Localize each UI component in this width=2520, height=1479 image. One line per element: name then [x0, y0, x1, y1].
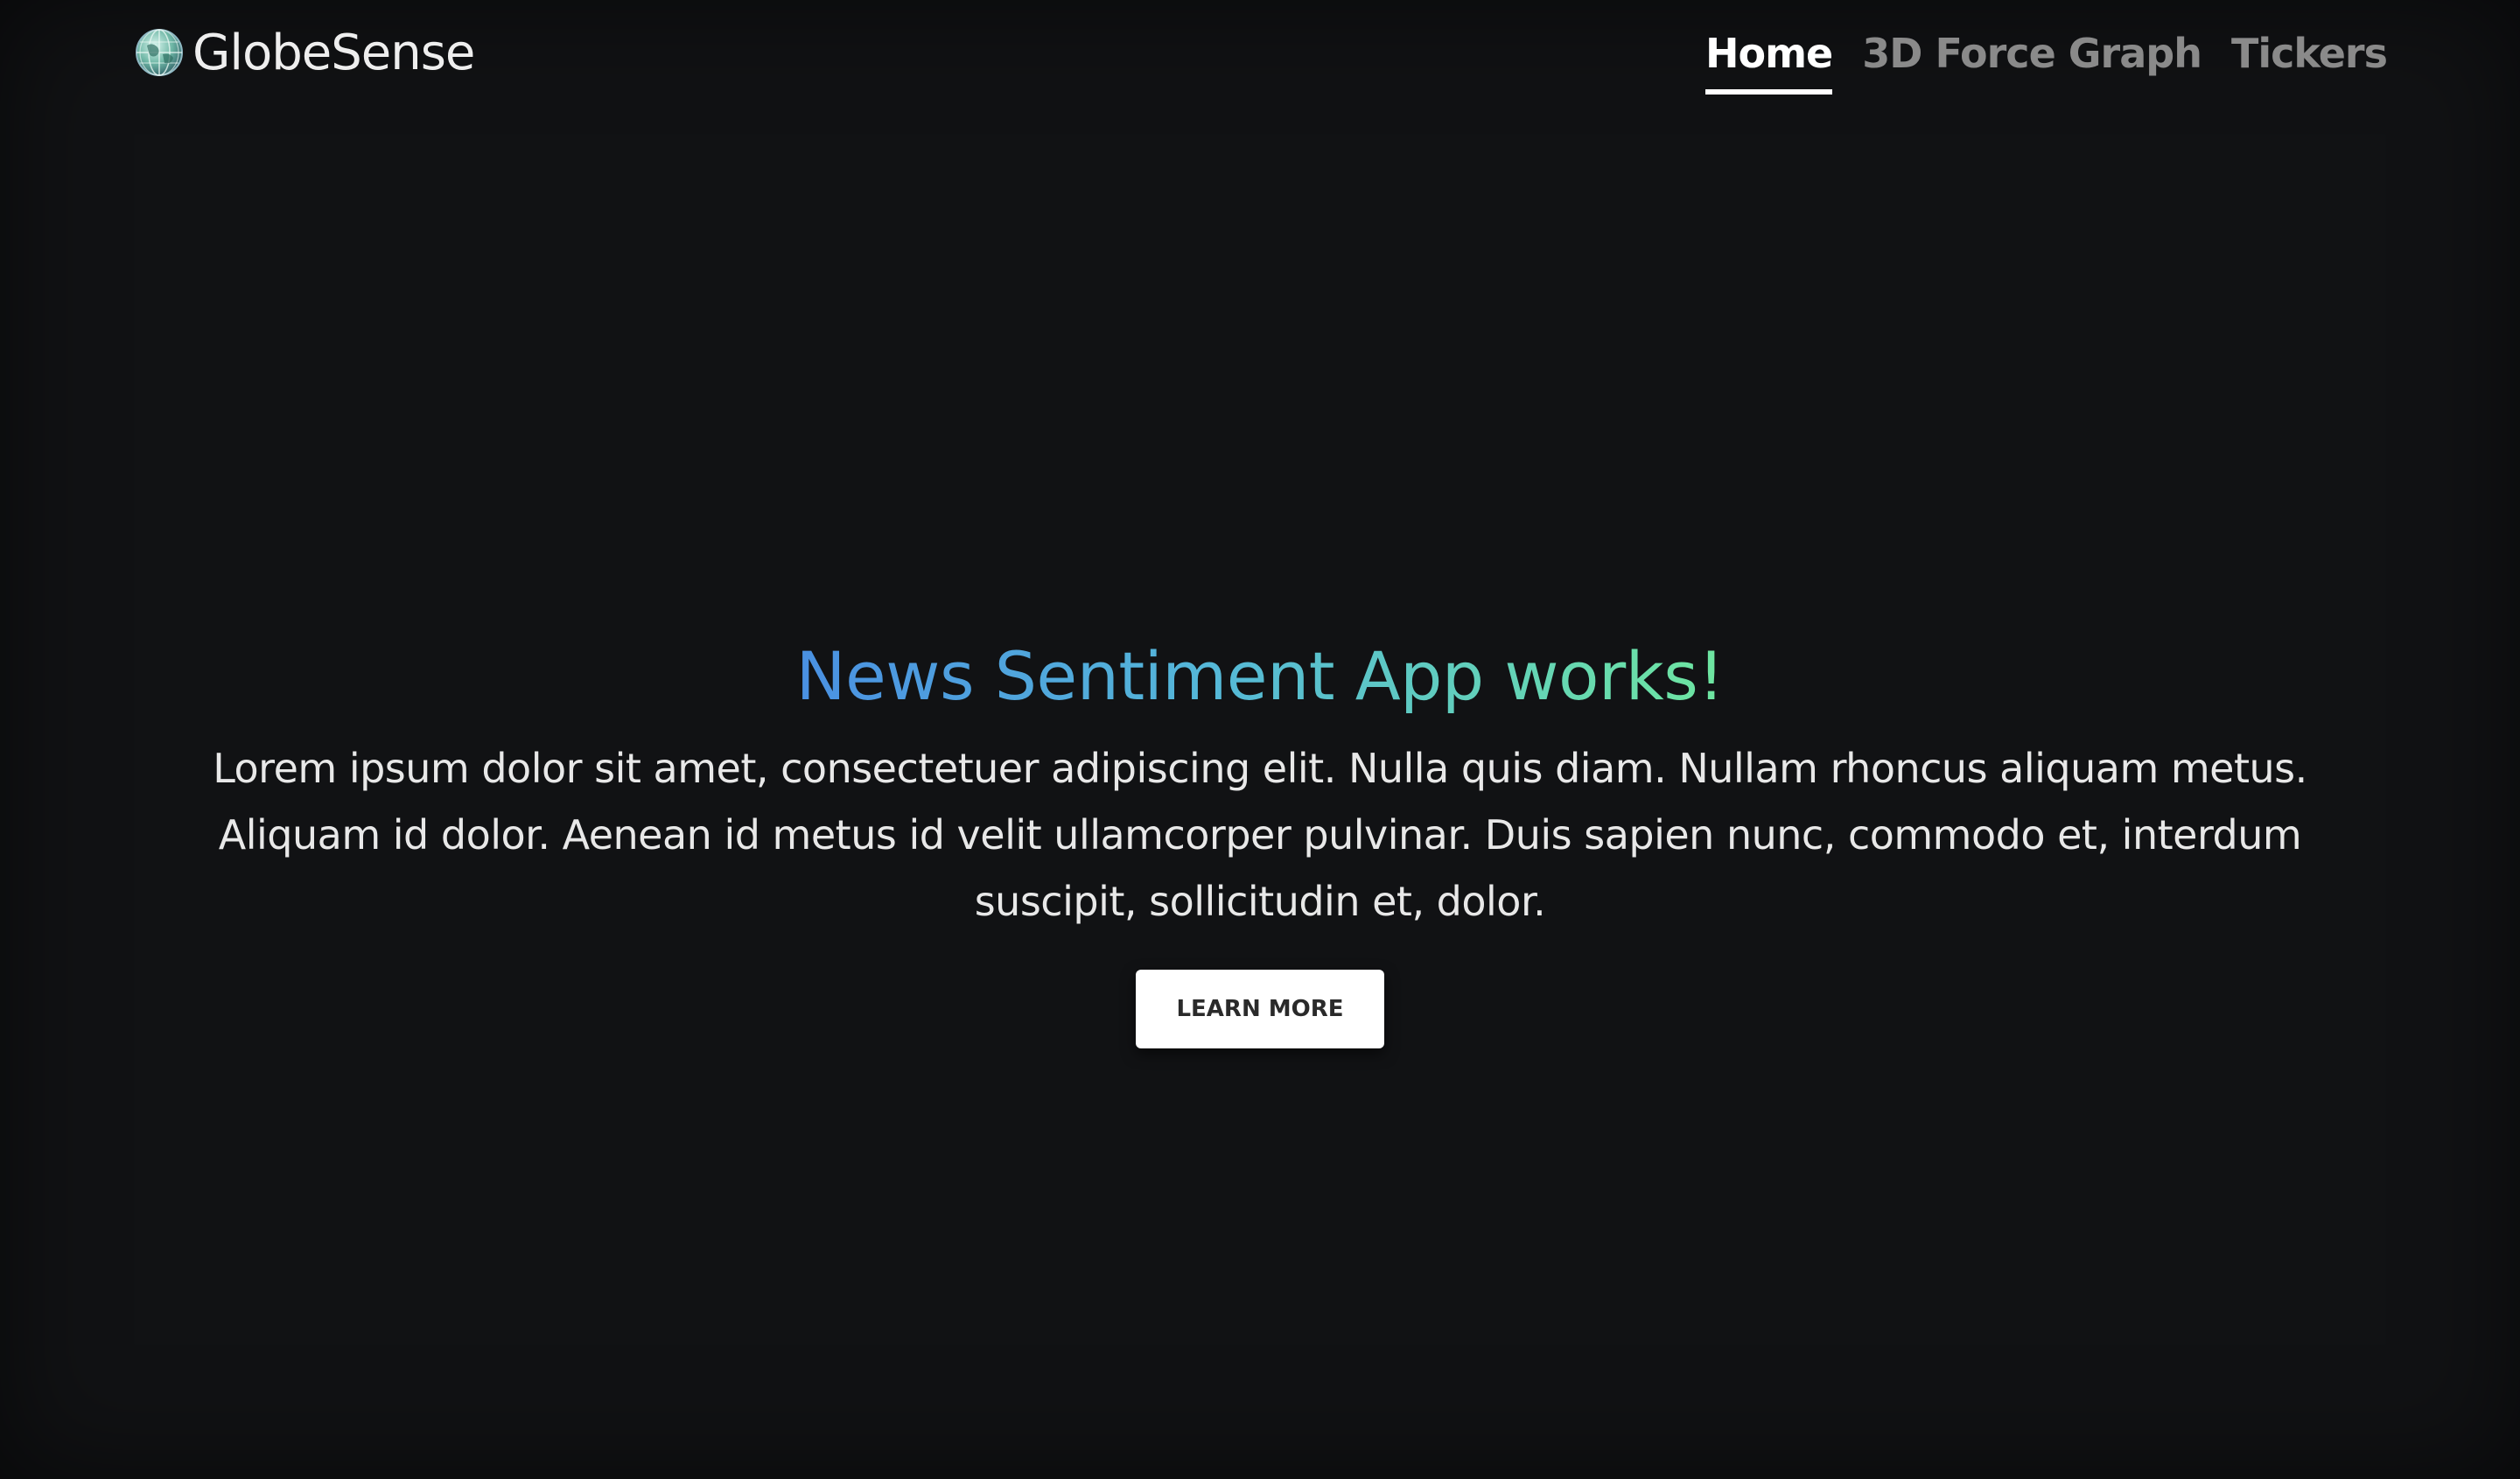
- nav-link-3d-force-graph[interactable]: 3D Force Graph: [1862, 30, 2202, 95]
- globe-icon: [136, 29, 183, 76]
- learn-more-button[interactable]: LEARN MORE: [1136, 970, 1384, 1048]
- nav-link-home[interactable]: Home: [1705, 30, 1833, 95]
- nav-link-tickers[interactable]: Tickers: [2231, 30, 2388, 95]
- top-navbar: GlobeSense Home 3D Force Graph Tickers: [0, 0, 2520, 123]
- main-nav: Home 3D Force Graph Tickers: [1705, 30, 2388, 95]
- hero-section: News Sentiment App works! Lorem ipsum do…: [158, 630, 2362, 1048]
- hero-title: News Sentiment App works!: [796, 630, 1725, 723]
- brand-link[interactable]: GlobeSense: [135, 19, 475, 86]
- brand-name: GlobeSense: [192, 24, 475, 81]
- hero-description: Lorem ipsum dolor sit amet, consectetuer…: [213, 745, 2307, 925]
